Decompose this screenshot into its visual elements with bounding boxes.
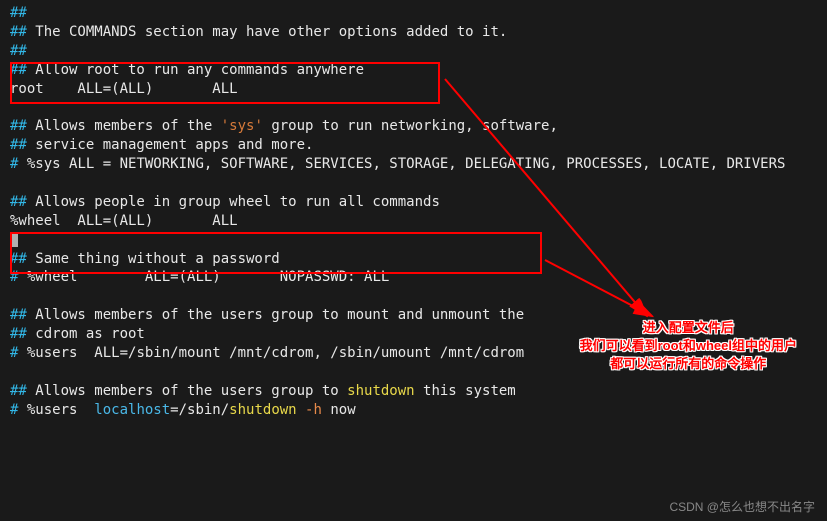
annotation-line: 都可以运行所有的命令操作 — [580, 355, 797, 373]
annotation-line: 我们可以看到root和wheel组中的用户 — [580, 337, 797, 355]
annotation-line: 进入配置文件后 — [580, 319, 797, 337]
watermark-text: CSDN @怎么也想不出名字 — [669, 499, 815, 515]
blank-line — [10, 98, 817, 117]
cursor-line — [10, 231, 817, 250]
blank-line — [10, 174, 817, 193]
comment-line: ## Allows people in group wheel to run a… — [10, 193, 817, 212]
comment-line: ## Same thing without a password — [10, 250, 817, 269]
sudoers-rule-wheel: %wheel ALL=(ALL) ALL — [10, 212, 817, 231]
comment-line: ## Allow root to run any commands anywhe… — [10, 61, 817, 80]
comment-line: ## — [10, 42, 817, 61]
sudoers-rule-root: root ALL=(ALL) ALL — [10, 80, 817, 99]
comment-line: ## Allows members of the 'sys' group to … — [10, 117, 817, 136]
commented-rule: # %sys ALL = NETWORKING, SOFTWARE, SERVI… — [10, 155, 817, 174]
comment-line: ## service management apps and more. — [10, 136, 817, 155]
annotation-text: 进入配置文件后 我们可以看到root和wheel组中的用户 都可以运行所有的命令… — [580, 319, 797, 374]
comment-line: ## The COMMANDS section may have other o… — [10, 23, 817, 42]
cursor-icon — [10, 232, 18, 247]
commented-rule: # %wheel ALL=(ALL) NOPASSWD: ALL — [10, 268, 817, 287]
blank-line — [10, 287, 817, 306]
commented-rule: # %users localhost=/sbin/shutdown -h now — [10, 401, 817, 420]
comment-line: ## — [10, 4, 817, 23]
comment-line: ## Allows members of the users group to … — [10, 382, 817, 401]
